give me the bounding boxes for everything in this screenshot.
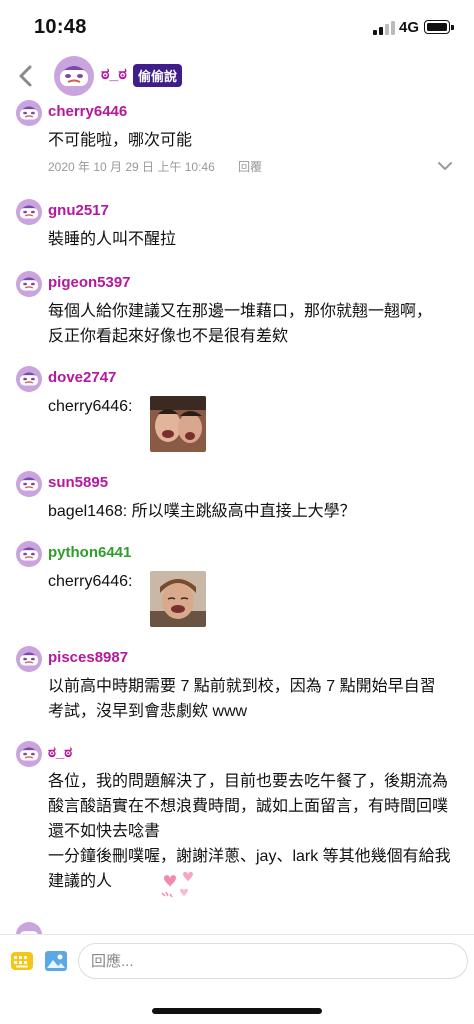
comment-item: pisces8987 以前高中時期需要 7 點前就到校，因為 7 點開始早自習考… <box>0 646 474 726</box>
comment-text: 不可能啦，哪次可能 <box>48 132 193 149</box>
avatar[interactable] <box>16 646 42 672</box>
comment-item: python6441 cherry6446: <box>0 541 474 631</box>
home-indicator <box>152 1008 322 1014</box>
comment-item <box>0 922 474 934</box>
avatar[interactable] <box>16 541 42 567</box>
avatar[interactable] <box>16 922 42 934</box>
emoji-keyboard-icon <box>11 952 33 970</box>
comment-author[interactable]: cherry6446 <box>48 103 127 120</box>
comment-text: 各位，我的問題解決了，目前也要去吃午餐了，後期流為酸言酸語實在不想浪費時間，誠如… <box>48 773 451 890</box>
comment-text: cherry6446: <box>48 398 133 415</box>
avatar[interactable] <box>16 741 42 767</box>
thread-header: ಠ_ಠ 偷偷說 <box>0 52 474 100</box>
emoji-button[interactable] <box>10 950 34 972</box>
comment-item: cherry6446 不可能啦，哪次可能 2020 年 10 月 29 日 上午… <box>0 100 474 178</box>
comment-timestamp: 2020 年 10 月 29 日 上午 10:46 <box>48 160 215 174</box>
avatar[interactable] <box>16 366 42 392</box>
anonymous-badge: 偷偷說 <box>133 64 183 87</box>
back-button[interactable] <box>14 62 38 90</box>
meme-image[interactable] <box>150 396 206 452</box>
hearts-sticker <box>156 865 200 905</box>
signal-icon <box>373 21 395 35</box>
comment-item: sun5895 bagel1468: 所以噗主跳級高中直接上大學？ <box>0 471 474 531</box>
chevron-left-icon <box>19 65 32 87</box>
meme-image[interactable] <box>150 571 206 627</box>
poster-name[interactable]: ಠ_ಠ <box>101 66 127 84</box>
image-button[interactable] <box>44 949 68 973</box>
comment-item: pigeon5397 每個人給你建議又在那邊一堆藉口，那你就翹一翹啊，反正你看起… <box>0 271 474 351</box>
comment-author[interactable]: sun5895 <box>48 474 108 491</box>
comment-text: cherry6446: <box>48 573 133 590</box>
avatar[interactable] <box>16 100 42 126</box>
comment-author[interactable]: ಠ_ಠ <box>48 744 72 761</box>
avatar[interactable] <box>54 56 94 96</box>
avatar[interactable] <box>16 271 42 297</box>
reply-bar <box>0 934 474 986</box>
comment-meta: 2020 年 10 月 29 日 上午 10:46 回覆 <box>48 158 262 175</box>
comment-text: 每個人給你建議又在那邊一堆藉口，那你就翹一翹啊，反正你看起來好像也不是很有差欸 <box>48 303 433 345</box>
avatar[interactable] <box>16 471 42 497</box>
comment-text: bagel1468: 所以噗主跳級高中直接上大學？ <box>48 503 356 520</box>
reply-input[interactable] <box>78 943 468 979</box>
status-bar: 10:48 4G <box>0 0 474 52</box>
status-time: 10:48 <box>34 16 87 38</box>
comment-text: 裝睡的人叫不醒拉 <box>48 231 177 248</box>
comment-item: ಠ_ಠ 各位，我的問題解決了，目前也要去吃午餐了，後期流為酸言酸語實在不想浪費時… <box>0 741 474 911</box>
comment-author[interactable]: python6441 <box>48 544 131 561</box>
battery-icon <box>424 20 454 34</box>
comment-author[interactable]: gnu2517 <box>48 202 109 219</box>
comment-author[interactable]: pisces8987 <box>48 649 128 666</box>
comment-list[interactable]: cherry6446 不可能啦，哪次可能 2020 年 10 月 29 日 上午… <box>0 96 474 934</box>
comment-author[interactable]: dove2747 <box>48 369 116 386</box>
chevron-down-icon[interactable] <box>437 160 453 172</box>
reply-button[interactable]: 回覆 <box>238 160 262 174</box>
comment-text: 以前高中時期需要 7 點前就到校，因為 7 點開始早自習考試，沒早到會悲劇欸 w… <box>48 678 436 720</box>
comment-item: dove2747 cherry6446: <box>0 366 474 456</box>
avatar[interactable] <box>16 199 42 225</box>
image-icon <box>45 951 67 971</box>
comment-author[interactable]: pigeon5397 <box>48 274 131 291</box>
comment-item: gnu2517 裝睡的人叫不醒拉 <box>0 199 474 259</box>
network-type: 4G <box>399 19 420 36</box>
